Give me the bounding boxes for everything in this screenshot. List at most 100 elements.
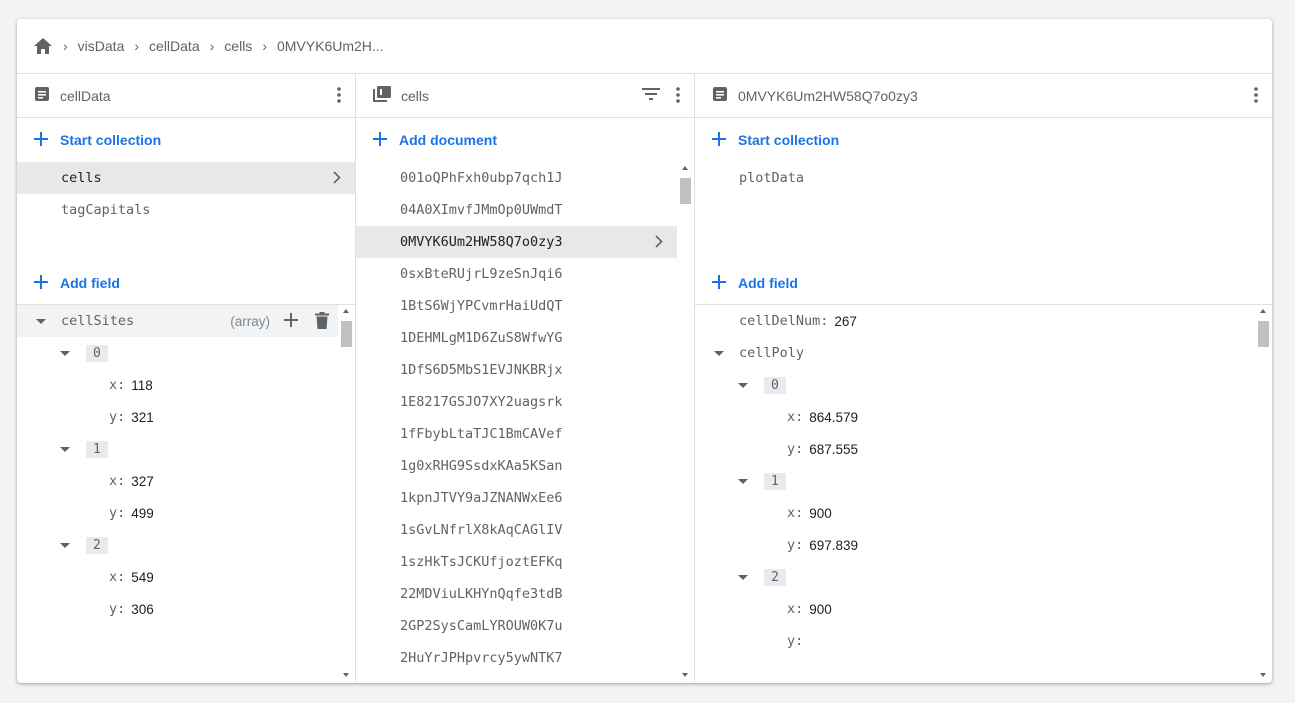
more-vert-icon[interactable]: [337, 86, 341, 107]
scroll-thumb[interactable]: [341, 321, 352, 347]
field-row-cellpoly[interactable]: cellPoly: [695, 337, 1272, 369]
delete-icon[interactable]: [315, 312, 329, 332]
more-vert-icon[interactable]: [676, 86, 680, 107]
field-row[interactable]: x: 900: [695, 497, 1272, 529]
scroll-up-icon[interactable]: [343, 309, 349, 313]
collection-item-cells[interactable]: cells: [17, 162, 355, 194]
field-row-celldelnum[interactable]: cellDelNum: 267: [695, 305, 1272, 337]
field-row[interactable]: y:: [695, 625, 1272, 657]
document-item[interactable]: 0sxBteRUjrL9zeSnJqi6: [356, 258, 677, 290]
field-value: 900: [809, 601, 832, 617]
array-index: 1: [86, 440, 108, 458]
document-item[interactable]: 22MDViuLKHYnQqfe3tdB: [356, 578, 677, 610]
scroll-up-icon[interactable]: [1260, 309, 1266, 313]
breadcrumb-separator: ›: [63, 38, 68, 54]
add-document-button[interactable]: Add document: [356, 118, 694, 162]
document-item[interactable]: 001oQPhFxh0ubp7qch1J: [356, 162, 677, 194]
field-value: 327: [131, 473, 154, 489]
document-id: 1szHkTsJCKUfjoztEFKq: [400, 554, 563, 570]
field-row[interactable]: x: 118: [17, 369, 355, 401]
expand-arrow-icon[interactable]: [60, 446, 70, 452]
document-item[interactable]: 1szHkTsJCKUfjoztEFKq: [356, 546, 677, 578]
add-icon[interactable]: [284, 313, 298, 330]
document-list[interactable]: 001oQPhFxh0ubp7qch1J 04A0XImvfJMmOp0UWmdT…: [356, 162, 694, 683]
document-item[interactable]: 1kpnJTVY9aJZNANWxEe6: [356, 482, 677, 514]
document-item[interactable]: 2HuYrJPHpvrcy5ywNTK7: [356, 642, 677, 674]
field-row[interactable]: y: 499: [17, 497, 355, 529]
breadcrumb-separator: ›: [134, 38, 140, 54]
document-item[interactable]: 1fFbybLtaTJC1BmCAVef: [356, 418, 677, 450]
scroll-down-icon[interactable]: [682, 673, 688, 677]
expand-arrow-icon[interactable]: [60, 350, 70, 356]
breadcrumb-item-visdata[interactable]: visData: [78, 38, 125, 54]
scroll-down-icon[interactable]: [343, 673, 349, 677]
document-item[interactable]: 1DfS6D5MbS1EVJNKBRjx: [356, 354, 677, 386]
field-row[interactable]: y: 697.839: [695, 529, 1272, 561]
expand-arrow-icon[interactable]: [738, 478, 748, 484]
field-row[interactable]: x: 864.579: [695, 401, 1272, 433]
breadcrumb-item-document[interactable]: 0MVYK6Um2H...: [277, 38, 384, 54]
document-item[interactable]: 04A0XImvfJMmOp0UWmdT: [356, 194, 677, 226]
vertical-scrollbar[interactable]: [677, 162, 694, 683]
document-item[interactable]: 0MVYK6Um2HW58Q7o0zy3: [356, 226, 677, 258]
breadcrumb-item-celldata[interactable]: cellData: [149, 38, 200, 54]
fields-scroll-area[interactable]: cellSites (array) 0 x: 118 y: 321 1 x: 3…: [17, 305, 355, 683]
vertical-scrollbar[interactable]: [338, 305, 355, 683]
panel-header: 0MVYK6Um2HW58Q7o0zy3: [695, 74, 1272, 118]
plus-icon: [34, 131, 48, 149]
breadcrumb-item-cells[interactable]: cells: [224, 38, 252, 54]
array-item-1[interactable]: 1: [695, 465, 1272, 497]
start-collection-button[interactable]: Start collection: [695, 118, 1272, 162]
document-item[interactable]: 1sGvLNfrlX8kAqCAGlIV: [356, 514, 677, 546]
document-item[interactable]: 1E8217GSJO7XY2uagsrk: [356, 386, 677, 418]
vertical-scrollbar[interactable]: [1255, 305, 1272, 683]
scroll-up-icon[interactable]: [682, 166, 688, 170]
field-value: 549: [131, 569, 154, 585]
collection-item-tagcapitals[interactable]: tagCapitals: [17, 194, 355, 226]
add-field-button[interactable]: Add field: [17, 261, 355, 305]
document-item[interactable]: 1DEHMLgM1D6ZuS8WfwYG: [356, 322, 677, 354]
field-key: cellDelNum:: [739, 313, 829, 329]
expand-arrow-icon[interactable]: [36, 318, 46, 324]
panel-title: 0MVYK6Um2HW58Q7o0zy3: [738, 87, 918, 104]
field-key: x:: [109, 377, 126, 393]
document-id: 1DfS6D5MbS1EVJNKBRjx: [400, 362, 563, 378]
field-value: 118: [131, 377, 153, 393]
add-field-button[interactable]: Add field: [695, 261, 1272, 305]
add-field-label: Add field: [738, 275, 798, 291]
field-key: y:: [109, 505, 126, 521]
panel-title: cellData: [60, 87, 111, 104]
scroll-down-icon[interactable]: [1260, 673, 1266, 677]
more-vert-icon[interactable]: [1254, 86, 1258, 107]
field-value: 864.579: [809, 409, 859, 425]
scroll-thumb[interactable]: [1258, 321, 1269, 347]
field-row[interactable]: x: 549: [17, 561, 355, 593]
expand-arrow-icon[interactable]: [738, 382, 748, 388]
home-icon[interactable]: [33, 37, 53, 55]
document-item[interactable]: 2GP2SysCamLYROUW0K7u: [356, 610, 677, 642]
expand-arrow-icon[interactable]: [738, 574, 748, 580]
scroll-thumb[interactable]: [680, 178, 691, 204]
start-collection-button[interactable]: Start collection: [17, 118, 355, 162]
array-item-2[interactable]: 2: [17, 529, 355, 561]
array-item-0[interactable]: 0: [17, 337, 355, 369]
array-item-2[interactable]: 2: [695, 561, 1272, 593]
field-row[interactable]: x: 327: [17, 465, 355, 497]
expand-arrow-icon[interactable]: [714, 350, 724, 356]
expand-arrow-icon[interactable]: [60, 542, 70, 548]
document-item[interactable]: 1g0xRHG9SsdxKAa5KSan: [356, 450, 677, 482]
array-item-1[interactable]: 1: [17, 433, 355, 465]
field-row-cellsites[interactable]: cellSites (array): [17, 305, 355, 337]
document-id: 1fFbybLtaTJC1BmCAVef: [400, 426, 563, 442]
field-row[interactable]: y: 687.555: [695, 433, 1272, 465]
field-row[interactable]: y: 321: [17, 401, 355, 433]
collection-item-plotdata[interactable]: plotData: [695, 162, 1272, 194]
filter-icon[interactable]: [642, 87, 660, 103]
field-key: y:: [787, 633, 804, 649]
array-item-0[interactable]: 0: [695, 369, 1272, 401]
document-item[interactable]: 1BtS6WjYPCvmrHaiUdQT: [356, 290, 677, 322]
field-row[interactable]: x: 900: [695, 593, 1272, 625]
fields-scroll-area[interactable]: cellDelNum: 267 cellPoly 0 x: 864.579 y:…: [695, 305, 1272, 683]
fields-section: Add field cellDelNum: 267 cellPoly 0 x: …: [695, 261, 1272, 683]
field-row[interactable]: y: 306: [17, 593, 355, 625]
